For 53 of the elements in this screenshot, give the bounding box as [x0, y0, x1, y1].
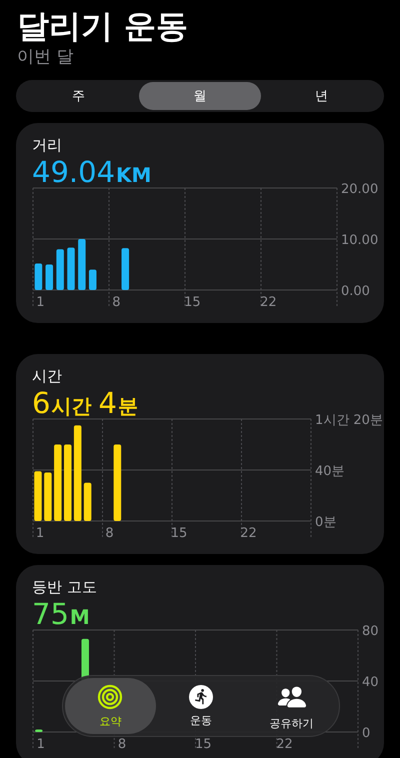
axis-label: 1시간 20분 — [315, 413, 382, 428]
stat-value: 6 — [32, 386, 50, 420]
axis-label: 80 — [362, 624, 379, 639]
stat-unit: M — [70, 605, 90, 629]
axis-label: 15 — [170, 526, 188, 541]
axis-label: 40 — [362, 675, 379, 690]
axis-label: 0분 — [315, 515, 336, 530]
axis-label: 15 — [184, 295, 201, 310]
card-title: 등반 고도 — [32, 577, 98, 597]
axis-label: 20.00 — [341, 182, 378, 197]
chart-bar — [78, 239, 86, 290]
axis-label: 22 — [276, 737, 293, 752]
chart-bar — [34, 471, 42, 521]
axis-label: 1 — [36, 526, 44, 541]
card-title: 시간 — [32, 366, 63, 386]
axis-label: 0 — [362, 726, 370, 741]
axis-label: 0.00 — [341, 284, 370, 299]
chart-bar — [84, 482, 92, 521]
axis-label: 1 — [36, 737, 45, 752]
axis-label: 15 — [195, 737, 212, 752]
axis-label: 22 — [260, 295, 277, 310]
tab-bar-item[interactable]: 공유하기 — [246, 678, 338, 734]
chart-bar — [44, 472, 52, 521]
tab-bar-item[interactable]: 요약 — [65, 678, 156, 734]
stat-unit: 시간 — [51, 394, 92, 418]
runner-icon — [189, 684, 213, 708]
axis-label: 22 — [240, 526, 257, 541]
stat-value: 75 — [32, 597, 69, 631]
stat-value: 49.04 — [32, 155, 116, 189]
chart-bar — [34, 263, 42, 290]
chart-bar — [56, 249, 64, 290]
stat-unit: 분 — [118, 394, 138, 418]
stat-value: 4 — [98, 386, 117, 420]
page-title: 달리기 운동 — [17, 6, 190, 46]
tab-bar-item[interactable]: 운동 — [156, 678, 246, 734]
chart-bar — [122, 248, 130, 290]
chart-bar — [67, 248, 75, 290]
period-tab[interactable]: 년 — [260, 82, 382, 110]
axis-label: 8 — [105, 526, 114, 541]
axis-label: 1 — [36, 295, 45, 310]
axis-label: 8 — [118, 737, 126, 752]
page-subtitle: 이번 달 — [17, 46, 74, 68]
period-tab[interactable]: 월 — [139, 82, 261, 110]
chart-bar — [35, 729, 43, 732]
chart-bar — [46, 264, 54, 290]
axis-label: 10.00 — [341, 233, 378, 248]
axis-label: 8 — [112, 295, 121, 310]
period-tab[interactable]: 주 — [18, 82, 140, 110]
card-title: 거리 — [32, 135, 63, 155]
rings-icon — [97, 684, 124, 710]
chart-bar — [88, 270, 96, 290]
stat-unit: KM — [116, 163, 152, 187]
axis-label: 40분 — [315, 464, 345, 479]
